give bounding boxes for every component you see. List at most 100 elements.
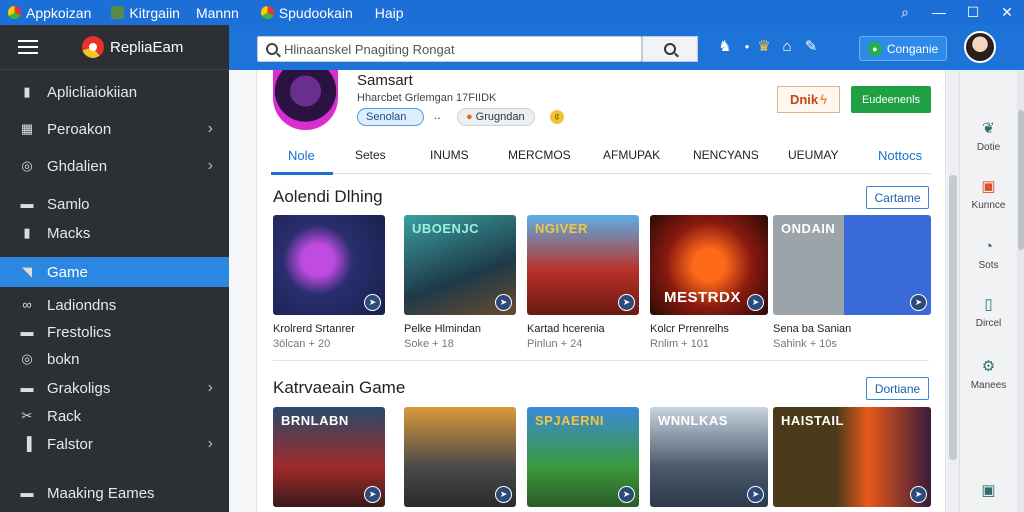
tab-item[interactable]: AFMUPAK [603,148,660,162]
search-icon [664,43,676,55]
window-tab-2[interactable]: Kitrgaiin [103,0,188,25]
game-title: Pelke Hlmindan [404,323,482,335]
game-thumbnail: NGIVER ➤ [527,215,639,315]
game-card[interactable]: HAISTAIL ➤ [773,407,931,507]
sidebar-item-label: Falstor [47,435,93,453]
window-tab-3[interactable]: Mannn [188,0,247,25]
play-badge-icon[interactable]: ➤ [618,486,635,503]
sidebar-item[interactable]: ▦ Peroakon › [0,114,229,144]
scrollbar-thumb[interactable] [1018,110,1024,250]
sidebar-item[interactable]: ▮ Macks [0,218,229,248]
sidebar-item[interactable]: ▬ Maaking Eames [0,478,229,508]
sidebar-item-label: Grakoligs [47,379,111,397]
section-title: Aolendi Dlhing [273,187,383,206]
game-thumbnail: WNNLKAS ➤ [650,407,768,507]
right-toolbar-item[interactable]: ⚙ Manees [960,358,1017,391]
bell-icon[interactable]: ⌂ [777,37,797,57]
game-card[interactable]: UBOENJC ➤ Pelke Hlmindan Soke + 18 [404,215,516,350]
game-card[interactable]: ➤ Krolrerd Srtanrer 3ölcan + 20 [273,215,385,350]
window-tab-label: Kitrgaiin [129,4,180,21]
hamburger-menu-icon[interactable] [18,40,38,54]
play-badge-icon[interactable]: ➤ [747,486,764,503]
main-scrollbar[interactable] [947,70,959,512]
game-card[interactable]: MESTRDX ➤ Kolcr Prrenrelhs Rnlim + 101 [650,215,768,350]
folder-icon: ▬ [20,485,34,500]
search-input[interactable]: Hlinaanskel Pnagiting Rongat [257,36,642,62]
chevron-right-icon: › [207,157,213,174]
sidebar-item[interactable]: ◎ Ghdalien › [0,151,229,181]
play-badge-icon[interactable]: ➤ [495,486,512,503]
main-content: Samsart Hharcbet Grlemgan 17FIIDK Senola… [256,70,946,512]
game-logo-text: NGIVER [535,221,588,236]
tab-item[interactable]: UEUMAY [788,148,838,162]
sidebar-item[interactable]: ✂ Rack [0,401,229,431]
play-badge-icon[interactable]: ➤ [747,294,764,311]
search-icon[interactable]: ⌕ [888,0,922,25]
section-more-button[interactable]: Dortiane [866,377,929,400]
close-button[interactable]: ✕ [990,0,1024,25]
scrollbar-thumb[interactable] [949,175,957,460]
play-badge-icon[interactable]: ➤ [364,294,381,311]
character-icon[interactable]: ♞ [715,37,735,57]
game-thumbnail: BRNLABN ➤ [273,407,385,507]
minimize-button[interactable]: — [922,0,956,25]
search-button[interactable] [642,36,698,62]
link-icon: ∞ [22,297,32,312]
right-toolbar-item[interactable]: ▯ Dircel [960,296,1017,329]
game-card[interactable]: WNNLKAS ➤ [650,407,768,507]
tab-item[interactable]: NENCYANS [693,148,759,162]
right-toolbar-label: Sots [978,260,999,271]
sidebar-item[interactable]: ▮ Aplicliaiokiian [0,77,229,107]
tag-chip[interactable]: Senolan [357,108,424,126]
tab-item[interactable]: Setes [355,148,386,162]
play-badge-icon[interactable]: ➤ [910,486,927,503]
right-toolbar-item[interactable]: ◔ Sots [960,238,1017,271]
play-badge-icon[interactable]: ➤ [618,294,635,311]
sidebar-item[interactable]: ▐ Falstor › [0,429,229,459]
play-badge-icon[interactable]: ➤ [910,294,927,311]
window-tab-1[interactable]: Appkoizan [0,0,99,25]
window-tab-5[interactable]: Haip [367,0,412,25]
game-card[interactable]: ➤ [404,407,516,507]
connect-button[interactable]: ● Conganie [859,36,947,61]
right-toolbar-item[interactable]: ▣ Kunnce [960,178,1017,211]
install-button[interactable]: Eudeenenls [851,86,931,113]
game-card[interactable]: ONDAIN ➤ Sena ba Sanian Sahink + 10s [773,215,931,350]
game-card[interactable]: NGIVER ➤ Kartad hcerenia Pinlun + 24 [527,215,639,350]
app-avatar-image [273,70,338,130]
right-scrollbar[interactable] [1017,70,1024,512]
right-toolbar-item[interactable]: ▣ [960,482,1017,504]
sidebar-item[interactable]: ◥ Game [0,257,229,287]
tag-chip[interactable]: ● Grugndan [457,108,535,126]
sidebar-item[interactable]: ◎ bokn [0,344,229,374]
pen-icon[interactable]: ✎ [801,37,821,57]
sidebar-item[interactable]: ▬ Frestolics [0,317,229,347]
maximize-button[interactable]: ☐ [956,0,990,25]
game-logo-text: MESTRDX [664,289,741,306]
tab-item[interactable]: Nottocs [878,148,922,163]
game-thumbnail: ➤ [404,407,516,507]
game-meta: Pinlun + 24 [527,338,583,350]
game-title: Kartad hcerenia [527,323,605,335]
play-badge-icon[interactable]: ➤ [364,486,381,503]
sidebar-item-label: Macks [47,224,91,242]
game-card[interactable]: BRNLABN ➤ [273,407,385,507]
app-name: Samsart [357,72,413,89]
avatar[interactable] [964,31,996,63]
game-thumbnail: MESTRDX ➤ [650,215,768,315]
sidebar-header: RepliaEam [0,25,229,70]
tab-item[interactable]: INUMS [430,148,469,162]
tab-item[interactable]: Nole [288,148,315,163]
tab-item[interactable]: MERCMOS [508,148,571,162]
right-toolbar-item[interactable]: ❦ Dotie [960,120,1017,153]
sidebar-item[interactable]: ∞ Ladiondns [0,290,229,320]
trophy-icon[interactable]: ♛ [754,37,774,57]
game-card[interactable]: SPJAERNI ➤ [527,407,639,507]
brand-button[interactable]: Dnik ϟ [777,86,840,113]
window-tab-4[interactable]: Spudookain [253,0,361,25]
sidebar-item[interactable]: ▬ Samlo [0,189,229,219]
sidebar-item[interactable]: ▬ Grakoligs › [0,373,229,403]
bolt-icon: ϟ [820,92,828,107]
section-more-button[interactable]: Cartame [866,186,929,209]
play-badge-icon[interactable]: ➤ [495,294,512,311]
